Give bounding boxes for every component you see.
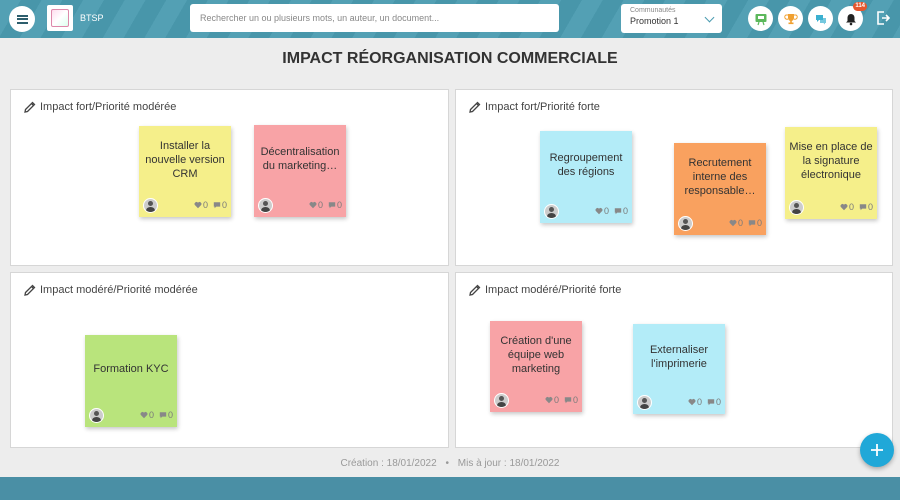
note-text: Formation KYC xyxy=(93,363,169,375)
comment-icon[interactable] xyxy=(614,207,622,215)
brand-name[interactable]: BTSP xyxy=(80,13,104,23)
note-text: Regroupement des régions xyxy=(549,152,623,178)
trophy-button[interactable] xyxy=(778,6,803,31)
comment-icon[interactable] xyxy=(859,203,867,211)
sticky-note[interactable]: Mise en place de la signature électroniq… xyxy=(785,127,877,219)
community-value: Promotion 1 xyxy=(630,16,679,26)
heart-icon[interactable] xyxy=(194,201,202,209)
comment-count: 0 xyxy=(867,202,873,212)
comment-count: 0 xyxy=(715,397,721,407)
comment-icon[interactable] xyxy=(564,396,572,404)
logout-icon[interactable] xyxy=(876,10,890,26)
whiteboard-button[interactable] xyxy=(748,6,773,31)
avatar[interactable] xyxy=(637,394,652,410)
creation-date: Création : 18/01/2022 xyxy=(340,458,437,469)
quadrant-header[interactable]: Impact fort/Priorité modérée xyxy=(23,100,176,114)
trophy-icon xyxy=(783,13,798,24)
presentation-icon xyxy=(755,13,766,25)
document-dates: Création : 18/01/2022 • Mis à jour : 18/… xyxy=(0,458,900,469)
sticky-note[interactable]: Formation KYC 0 0 xyxy=(85,335,177,427)
quadrant-header[interactable]: Impact modéré/Priorité modérée xyxy=(23,283,198,297)
avatar[interactable] xyxy=(678,215,693,231)
comment-icon[interactable] xyxy=(159,411,167,419)
quadrant-impact-modere-priorite-forte: Impact modéré/Priorité forte Création d'… xyxy=(455,272,893,448)
avatar[interactable] xyxy=(143,197,158,213)
pencil-icon xyxy=(24,284,36,296)
quadrant-header[interactable]: Impact modéré/Priorité forte xyxy=(468,283,621,297)
like-count: 0 xyxy=(848,202,854,212)
comment-count: 0 xyxy=(336,200,342,210)
avatar[interactable] xyxy=(789,199,804,215)
heart-icon[interactable] xyxy=(729,219,737,227)
add-note-button[interactable] xyxy=(860,433,894,467)
bottom-bar xyxy=(0,477,900,500)
notification-badge: 114 xyxy=(853,2,867,11)
like-count: 0 xyxy=(603,206,609,216)
community-label: Communautés xyxy=(630,7,676,14)
quadrant-title: Impact modéré/Priorité modérée xyxy=(40,284,198,296)
like-count: 0 xyxy=(202,200,208,210)
community-select[interactable]: Communautés Promotion 1 xyxy=(621,4,722,33)
comment-icon[interactable] xyxy=(328,201,336,209)
note-text: Externaliser l'imprimerie xyxy=(649,344,709,370)
note-text: Création d'une équipe web marketing xyxy=(500,334,572,375)
sticky-note[interactable]: Regroupement des régions 0 0 xyxy=(540,131,632,223)
comment-count: 0 xyxy=(622,206,628,216)
comment-count: 0 xyxy=(572,395,578,405)
pencil-icon xyxy=(469,284,481,296)
heart-icon[interactable] xyxy=(688,398,696,406)
quadrant-impact-fort-priorite-moderee: Impact fort/Priorité modérée Installer l… xyxy=(10,89,449,266)
update-date: Mis à jour : 18/01/2022 xyxy=(457,458,560,469)
quadrant-header[interactable]: Impact fort/Priorité forte xyxy=(468,100,600,114)
avatar[interactable] xyxy=(544,203,559,219)
pencil-icon xyxy=(24,101,36,113)
note-text: Installer la nouvelle version CRM xyxy=(145,139,225,180)
sticky-note[interactable]: Installer la nouvelle version CRM 0 0 xyxy=(139,126,231,217)
note-text: Décentralisation du marketing… xyxy=(260,146,340,172)
like-count: 0 xyxy=(317,200,323,210)
notifications-button[interactable]: 114 xyxy=(838,2,867,31)
note-text: Recrutement interne des responsable… xyxy=(684,157,756,197)
menu-icon xyxy=(16,14,28,24)
chat-button[interactable] xyxy=(808,6,833,31)
quadrant-title: Impact fort/Priorité modérée xyxy=(40,101,177,113)
heart-icon[interactable] xyxy=(309,201,317,209)
heart-icon[interactable] xyxy=(140,411,148,419)
top-bar: BTSP Rechercher un ou plusieurs mots, un… xyxy=(0,0,900,38)
like-count: 0 xyxy=(553,395,559,405)
sticky-note[interactable]: Externaliser l'imprimerie 0 0 xyxy=(633,324,725,414)
quadrant-title: Impact modéré/Priorité forte xyxy=(485,284,622,296)
like-count: 0 xyxy=(696,397,702,407)
sticky-note[interactable]: Décentralisation du marketing… 0 0 xyxy=(254,125,346,217)
heart-icon[interactable] xyxy=(595,207,603,215)
quadrant-impact-modere-priorite-moderee: Impact modéré/Priorité modérée Formation… xyxy=(10,272,449,448)
heart-icon[interactable] xyxy=(545,396,553,404)
page-title: IMPACT RÉORGANISATION COMMERCIALE xyxy=(282,50,618,67)
comment-count: 0 xyxy=(756,218,762,228)
avatar[interactable] xyxy=(494,392,509,408)
comment-icon[interactable] xyxy=(213,201,221,209)
heart-icon[interactable] xyxy=(840,203,848,211)
comment-count: 0 xyxy=(221,200,227,210)
note-text: Mise en place de la signature électroniq… xyxy=(789,141,873,181)
plus-icon xyxy=(871,444,883,456)
sticky-note[interactable]: Recrutement interne des responsable… 0 0 xyxy=(674,143,766,235)
comment-icon[interactable] xyxy=(748,219,756,227)
search-input[interactable]: Rechercher un ou plusieurs mots, un aute… xyxy=(190,4,559,32)
community-logo[interactable] xyxy=(47,5,73,31)
comment-icon[interactable] xyxy=(707,398,715,406)
menu-button[interactable] xyxy=(9,6,35,32)
avatar[interactable] xyxy=(258,197,273,213)
avatar[interactable] xyxy=(89,407,104,423)
separator: • xyxy=(445,458,449,469)
quadrant-impact-fort-priorite-forte: Impact fort/Priorité forte Regroupement … xyxy=(455,89,893,266)
pencil-icon xyxy=(469,101,481,113)
chat-icon xyxy=(815,14,826,24)
comment-count: 0 xyxy=(167,410,173,420)
sticky-note[interactable]: Création d'une équipe web marketing 0 0 xyxy=(490,321,582,412)
quadrant-title: Impact fort/Priorité forte xyxy=(485,101,600,113)
bell-icon xyxy=(845,13,856,25)
like-count: 0 xyxy=(148,410,154,420)
like-count: 0 xyxy=(737,218,743,228)
